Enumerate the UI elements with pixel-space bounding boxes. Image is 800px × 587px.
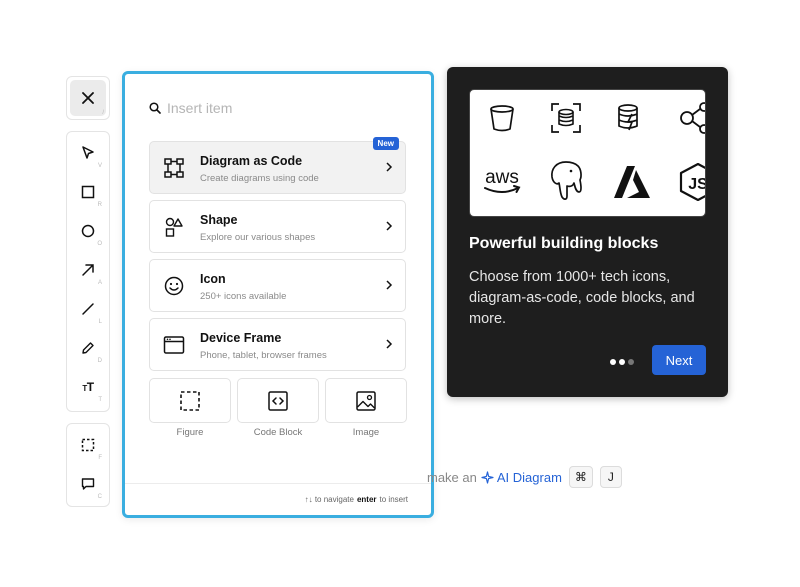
smiley-icon <box>162 274 186 298</box>
panel-footer-hint: ↑↓ to navigate enter to insert <box>125 483 431 515</box>
cursor-icon <box>82 146 94 159</box>
card-title: Powerful building blocks <box>469 235 659 252</box>
pagination-dots <box>610 359 634 365</box>
share-nodes-icon <box>676 98 705 138</box>
bucket-icon <box>482 98 522 138</box>
tile-label: Image <box>352 427 380 438</box>
comment-icon <box>81 478 95 490</box>
tool-shortcut: A <box>97 280 102 286</box>
insert-item-device-frame[interactable]: Device Frame Phone, tablet, browser fram… <box>149 318 406 371</box>
insert-search-input[interactable] <box>167 100 367 116</box>
elephant-icon <box>546 160 586 200</box>
j-key: J <box>599 466 622 488</box>
insert-item-panel: New Diagram as Code Create diagrams usin… <box>122 71 434 518</box>
hint-prefix: make an <box>427 469 477 485</box>
browser-window-icon <box>162 333 186 357</box>
close-icon <box>82 92 94 104</box>
toolbar-close-group: / <box>66 76 110 120</box>
onboarding-card: aws JS Powerful building blocks Choose f… <box>447 67 728 397</box>
next-button[interactable]: Next <box>652 345 706 375</box>
tech-icons-preview: aws JS <box>469 89 706 217</box>
tile-label: Code Block <box>253 427 303 438</box>
close-button[interactable] <box>70 80 106 116</box>
text-icon: TT <box>82 380 94 394</box>
square-icon <box>81 185 95 199</box>
item-subtitle: Explore our various shapes <box>200 232 316 243</box>
drawing-toolbar: V R O A L D TT T <box>66 131 110 412</box>
item-title: Device Frame <box>200 331 282 345</box>
item-title: Diagram as Code <box>200 154 303 168</box>
insert-item-icon[interactable]: Icon 250+ icons available <box>149 259 406 312</box>
dashed-frame-icon <box>81 438 95 452</box>
tool-shortcut: O <box>97 241 102 247</box>
comment-tool[interactable]: C <box>67 466 109 502</box>
pencil-tool[interactable]: D <box>67 330 109 366</box>
image-icon <box>356 390 376 411</box>
close-shortcut: / <box>102 110 104 116</box>
chevron-right-icon <box>386 280 393 290</box>
arrow-tool[interactable]: A <box>67 252 109 288</box>
search-icon <box>149 102 161 114</box>
tool-shortcut: C <box>97 494 102 500</box>
js-wordmark: JS <box>688 176 706 193</box>
shapes-icon <box>162 215 186 239</box>
insert-text: to insert <box>379 495 408 504</box>
page-dot[interactable] <box>628 359 634 365</box>
line-icon <box>82 303 94 315</box>
item-subtitle: Create diagrams using code <box>200 173 319 184</box>
tile-label: Figure <box>176 427 204 438</box>
tool-shortcut: R <box>97 202 102 208</box>
line-tool[interactable]: L <box>67 291 109 327</box>
card-description: Choose from 1000+ tech icons, diagram-as… <box>469 269 695 327</box>
new-badge: New <box>372 137 399 150</box>
command-key: ⌘ <box>568 466 593 488</box>
item-subtitle: Phone, tablet, browser frames <box>200 350 327 361</box>
rectangle-tool[interactable]: R <box>67 174 109 210</box>
chevron-right-icon <box>386 162 393 172</box>
database-scan-icon <box>546 98 586 138</box>
aws-logo-icon: aws <box>480 162 524 202</box>
tool-shortcut: L <box>98 319 102 325</box>
code-icon <box>268 390 288 411</box>
chevron-right-icon <box>386 221 393 231</box>
sparkle-icon <box>481 470 494 484</box>
select-tool[interactable]: V <box>67 135 109 171</box>
page-dot[interactable] <box>619 359 625 365</box>
ellipse-tool[interactable]: O <box>67 213 109 249</box>
nodejs-logo-icon: JS <box>678 162 706 202</box>
tool-shortcut: F <box>98 455 102 461</box>
item-subtitle: 250+ icons available <box>200 291 287 302</box>
ai-diagram-label: AI Diagram <box>496 469 562 485</box>
aws-wordmark: aws <box>485 167 519 188</box>
navigate-text: to navigate <box>314 495 354 504</box>
frame-tool[interactable]: F <box>67 427 109 463</box>
arrow-keys-hint: ↑↓ <box>304 495 313 504</box>
diagram-icon <box>162 156 186 180</box>
pencil-icon <box>82 342 94 354</box>
search-bar <box>149 100 367 116</box>
tool-shortcut: D <box>97 358 102 364</box>
secondary-toolbar: F C <box>66 423 110 507</box>
arrow-icon <box>82 264 94 276</box>
ai-diagram-link[interactable]: AI Diagram <box>481 470 562 485</box>
insert-item-shape[interactable]: Shape Explore our various shapes <box>149 200 406 253</box>
tool-shortcut: V <box>97 163 102 169</box>
stacked-db-icon <box>610 98 650 138</box>
azure-logo-icon <box>612 162 652 202</box>
item-title: Icon <box>200 272 226 286</box>
dashed-square-icon <box>180 390 200 411</box>
circle-icon <box>81 224 95 238</box>
tool-shortcut: T <box>98 397 102 403</box>
enter-key: enter <box>356 495 377 504</box>
ai-diagram-hint: make an AI Diagram ⌘ J <box>427 466 622 488</box>
insert-tile-code-block[interactable] <box>237 378 319 423</box>
page-dot[interactable] <box>610 359 616 365</box>
insert-tile-figure[interactable] <box>149 378 231 423</box>
chevron-right-icon <box>386 339 393 349</box>
item-title: Shape <box>200 213 238 227</box>
text-tool[interactable]: TT T <box>67 369 109 405</box>
insert-tile-image[interactable] <box>325 378 407 423</box>
insert-item-diagram-as-code[interactable]: New Diagram as Code Create diagrams usin… <box>149 137 406 194</box>
